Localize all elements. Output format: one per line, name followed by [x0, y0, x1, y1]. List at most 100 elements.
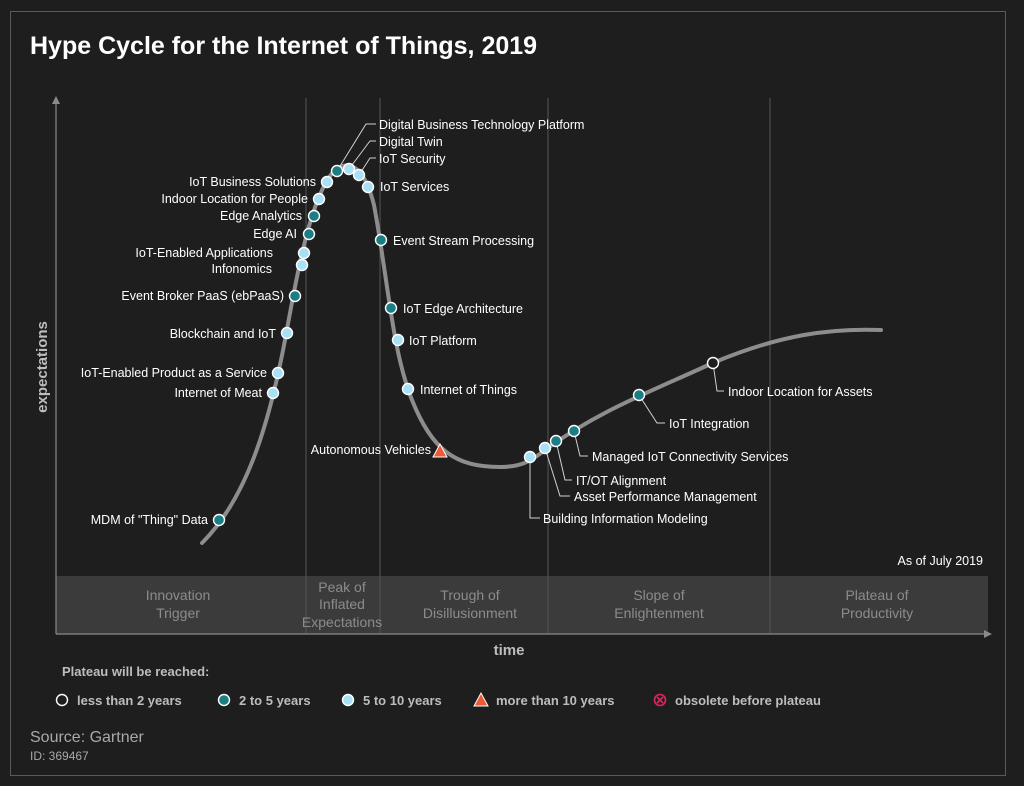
point-marker: [384, 301, 398, 315]
data-point: Edge AI: [253, 227, 316, 241]
data-point: Autonomous Vehicles: [311, 442, 448, 458]
point-label: IoT Platform: [409, 334, 477, 348]
legend-marker-cross: [656, 696, 664, 704]
point-label: IT/OT Alignment: [576, 474, 667, 488]
point-label: Managed IoT Connectivity Services: [592, 450, 788, 464]
phase-peak: Peak of: [318, 579, 366, 595]
phase-plateau: Plateau of: [845, 587, 908, 603]
phase-peak-3: Expectations: [302, 614, 382, 630]
point-marker: [374, 233, 388, 247]
point-label: Infonomics: [212, 262, 272, 276]
phase-slope-2: Enlightenment: [614, 605, 704, 621]
point-label: IoT Security: [379, 152, 446, 166]
point-marker: [271, 366, 285, 380]
data-point: IoT Security: [352, 152, 446, 182]
point-marker: [549, 434, 563, 448]
data-point: IoT Edge Architecture: [384, 301, 523, 316]
phase-innovation-trigger-2: Trigger: [156, 605, 200, 621]
point-label: Edge Analytics: [220, 209, 302, 223]
point-label: IoT Services: [380, 180, 449, 194]
point-marker: [391, 333, 405, 347]
point-marker: [320, 175, 334, 189]
point-label: IoT-Enabled Product as a Service: [81, 366, 267, 380]
data-point: Event Stream Processing: [374, 233, 534, 248]
x-axis-label: time: [494, 642, 525, 659]
point-label: Edge AI: [253, 227, 297, 241]
data-point: Indoor Location for Assets: [706, 356, 873, 399]
data-point: Blockchain and IoT: [170, 326, 294, 341]
legend-marker: [341, 693, 355, 707]
point-label: Asset Performance Management: [574, 490, 757, 504]
legend-label: 2 to 5 years: [239, 693, 311, 708]
point-marker: [632, 388, 646, 402]
point-marker: [295, 258, 309, 272]
point-marker: [266, 386, 280, 400]
legend-item: obsolete before plateau: [653, 693, 821, 708]
point-marker: [297, 246, 311, 260]
point-marker: [330, 164, 344, 178]
phase-trough: Trough of: [440, 587, 500, 603]
point-marker: [523, 450, 537, 464]
source-id: ID: 369467: [30, 749, 89, 763]
y-axis-arrow: [52, 96, 60, 104]
y-axis-label: expectations: [34, 321, 51, 413]
legend-item: 5 to 10 years: [341, 693, 442, 708]
point-marker: [280, 326, 294, 340]
data-point: Digital Business Technology Platform: [330, 118, 584, 178]
legend-marker: [55, 693, 69, 707]
point-marker: [401, 382, 415, 396]
legend-item: more than 10 years: [473, 691, 615, 708]
point-label: IoT-Enabled Applications: [135, 246, 273, 260]
data-point: Indoor Location for People: [161, 192, 326, 206]
legend-label: obsolete before plateau: [675, 693, 821, 708]
point-marker: [288, 289, 302, 303]
data-point: Edge Analytics: [220, 209, 321, 223]
point-marker: [352, 168, 366, 182]
leader-line: [529, 457, 540, 519]
point-label: Event Stream Processing: [393, 234, 534, 248]
point-marker: [361, 180, 375, 194]
point-marker: [307, 209, 321, 223]
point-label: Indoor Location for Assets: [728, 385, 873, 399]
data-point: IoT Services: [361, 180, 449, 194]
phase-innovation-trigger: Innovation: [146, 587, 211, 603]
point-label: IoT Integration: [669, 417, 749, 431]
data-point: Internet of Things: [401, 382, 517, 397]
point-marker: [342, 162, 356, 176]
point-marker: [538, 441, 552, 455]
phase-trough-2: Disillusionment: [423, 605, 517, 621]
point-marker: [302, 227, 316, 241]
data-point: IoT Platform: [391, 333, 477, 348]
point-marker: [706, 356, 720, 370]
data-point: MDM of "Thing" Data: [91, 513, 226, 527]
point-label: Event Broker PaaS (ebPaaS): [121, 289, 284, 303]
point-label: IoT Edge Architecture: [403, 302, 523, 316]
point-marker: [567, 424, 581, 438]
data-point: IoT Business Solutions: [189, 175, 334, 189]
data-point: Managed IoT Connectivity Services: [567, 424, 788, 464]
phase-peak-2: Inflated: [319, 596, 365, 612]
source-text: Source: Gartner: [30, 729, 144, 746]
point-label: MDM of "Thing" Data: [91, 513, 208, 527]
leader-line: [555, 440, 572, 481]
legend-label: less than 2 years: [77, 693, 182, 708]
point-label: Building Information Modeling: [543, 512, 708, 526]
point-label: Internet of Things: [420, 383, 517, 397]
point-label: Blockchain and IoT: [170, 327, 277, 341]
data-point: Infonomics: [212, 258, 309, 276]
legend-marker: [217, 693, 231, 707]
leader-line: [544, 447, 570, 497]
as-of-date: As of July 2019: [898, 554, 984, 568]
legend-title: Plateau will be reached:: [62, 664, 209, 679]
data-point: Event Broker PaaS (ebPaaS): [121, 289, 302, 303]
point-label: IoT Business Solutions: [189, 175, 316, 189]
hype-cycle-chart: expectations time As of July 2019 Innova…: [34, 96, 992, 708]
legend-marker: [473, 691, 489, 707]
point-label: Internet of Meat: [174, 386, 262, 400]
legend-label: more than 10 years: [496, 693, 615, 708]
point-marker: [212, 513, 226, 527]
legend-label: 5 to 10 years: [363, 693, 442, 708]
point-marker: [312, 192, 326, 206]
phase-plateau-2: Productivity: [841, 605, 913, 621]
point-label: Indoor Location for People: [161, 192, 308, 206]
